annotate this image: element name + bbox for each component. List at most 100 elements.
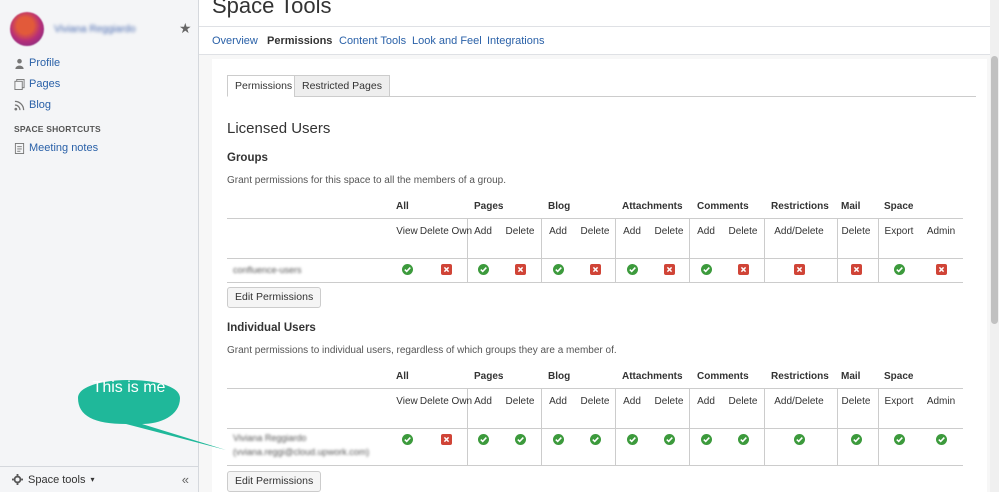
licensed-users-heading: Licensed Users bbox=[227, 120, 331, 137]
tab-content-tools[interactable]: Content Tools bbox=[339, 35, 406, 47]
shortcut-label: Meeting notes bbox=[29, 142, 99, 154]
space-tools-tabs: Overview Permissions Content Tools Look … bbox=[199, 26, 990, 55]
category-header: Attachments bbox=[622, 201, 683, 212]
check-icon bbox=[552, 434, 564, 445]
star-icon[interactable]: ★ bbox=[179, 20, 192, 37]
cross-icon bbox=[663, 264, 675, 275]
groups-heading: Groups bbox=[227, 152, 268, 164]
cross-icon bbox=[935, 264, 947, 275]
check-icon bbox=[663, 434, 675, 445]
tab-overview[interactable]: Overview bbox=[212, 35, 258, 47]
subtab-permissions[interactable]: Permissions bbox=[227, 75, 301, 97]
cross-icon bbox=[589, 264, 601, 275]
cross-icon bbox=[440, 264, 452, 275]
tab-permissions[interactable]: Permissions bbox=[267, 35, 332, 47]
row-email: (vviana.reggi@cloud.upwork.com) bbox=[233, 447, 370, 457]
chevron-down-icon: ▾ bbox=[90, 475, 95, 484]
tab-integrations[interactable]: Integrations bbox=[487, 35, 544, 47]
column-header: Delete bbox=[728, 226, 758, 237]
category-header: Space bbox=[884, 371, 914, 382]
cross-icon bbox=[850, 264, 862, 275]
table-divider bbox=[227, 258, 963, 259]
check-icon bbox=[514, 434, 526, 445]
check-icon bbox=[893, 434, 905, 445]
row-name: confluence-users bbox=[233, 265, 302, 275]
page-scrollbar[interactable] bbox=[990, 0, 999, 492]
user-name[interactable]: Viviana Reggiardo bbox=[54, 24, 136, 35]
check-icon bbox=[401, 264, 413, 275]
column-header: Add/Delete bbox=[774, 396, 824, 407]
avatar[interactable] bbox=[10, 12, 44, 46]
individual-permissions-table: All Pages Blog Attachments Comments Restricti… bbox=[227, 369, 963, 466]
rss-icon bbox=[14, 100, 25, 111]
check-icon bbox=[893, 264, 905, 275]
check-icon bbox=[700, 434, 712, 445]
scrollbar-thumb[interactable] bbox=[991, 56, 998, 324]
pages-icon bbox=[14, 78, 25, 90]
page-title: Space Tools bbox=[212, 0, 332, 18]
check-icon bbox=[700, 264, 712, 275]
person-icon bbox=[15, 58, 24, 69]
check-icon bbox=[626, 434, 638, 445]
category-header: Restrictions bbox=[771, 371, 829, 382]
table-divider bbox=[227, 282, 963, 283]
check-icon bbox=[850, 434, 862, 445]
cross-icon bbox=[737, 264, 749, 275]
tab-look-and-feel[interactable]: Look and Feel bbox=[412, 35, 482, 47]
space-tools-label: Space tools bbox=[28, 473, 86, 486]
check-icon bbox=[626, 264, 638, 275]
sidebar-item-blog[interactable]: Blog bbox=[14, 99, 51, 111]
category-header: Blog bbox=[548, 371, 571, 382]
category-header: Comments bbox=[697, 371, 749, 382]
check-icon bbox=[477, 434, 489, 445]
check-icon bbox=[589, 434, 601, 445]
collapse-sidebar-icon[interactable]: « bbox=[182, 472, 189, 487]
table-divider bbox=[227, 388, 963, 389]
subtab-restricted-pages[interactable]: Restricted Pages bbox=[294, 75, 390, 97]
sidebar-item-label: Profile bbox=[29, 57, 61, 69]
document-icon bbox=[14, 142, 25, 154]
individual-users-heading: Individual Users bbox=[227, 322, 316, 334]
category-header: Space bbox=[884, 201, 914, 212]
check-icon bbox=[401, 434, 413, 445]
category-header: Attachments bbox=[622, 371, 683, 382]
sidebar-item-pages[interactable]: Pages bbox=[14, 78, 60, 90]
table-divider bbox=[227, 218, 963, 219]
cross-icon bbox=[793, 264, 805, 275]
check-icon bbox=[552, 264, 564, 275]
sidebar-footer: Space tools ▾ « bbox=[0, 466, 199, 492]
table-divider bbox=[227, 428, 963, 429]
column-header: Delete bbox=[728, 396, 758, 407]
category-header: Pages bbox=[474, 201, 504, 212]
cross-icon bbox=[514, 264, 526, 275]
row-name: Viviana Reggiardo bbox=[233, 433, 307, 443]
category-header: All bbox=[396, 201, 409, 212]
check-icon bbox=[737, 434, 749, 445]
table-divider bbox=[227, 465, 963, 466]
permissions-subtabs: Permissions Restricted Pages bbox=[227, 75, 976, 97]
column-header: Admin bbox=[926, 226, 956, 237]
groups-permissions-table: All Pages Blog Attachments Comments Restricti… bbox=[227, 199, 963, 283]
sidebar-item-label: Blog bbox=[29, 99, 52, 111]
category-header: Pages bbox=[474, 371, 504, 382]
callout-text: This is me bbox=[92, 379, 166, 396]
check-icon bbox=[935, 434, 947, 445]
category-header: Mail bbox=[841, 371, 861, 382]
shortcut-meeting-notes[interactable]: Meeting notes bbox=[14, 142, 98, 154]
groups-description: Grant permissions for this space to all … bbox=[227, 175, 507, 186]
category-header: Comments bbox=[697, 201, 749, 212]
category-header: All bbox=[396, 371, 409, 382]
check-icon bbox=[477, 264, 489, 275]
individual-users-description: Grant permissions to individual users, r… bbox=[227, 345, 617, 356]
column-header: Add/Delete bbox=[774, 226, 824, 237]
sidebar-item-profile[interactable]: Profile bbox=[14, 57, 60, 69]
space-tools-button[interactable]: Space tools ▾ bbox=[12, 474, 95, 486]
groups-edit-permissions-button[interactable]: Edit Permissions bbox=[227, 287, 322, 308]
category-header: Mail bbox=[841, 201, 861, 212]
sidebar-header: Viviana Reggiardo ★ bbox=[10, 12, 195, 48]
space-shortcuts-title: SPACE SHORTCUTS bbox=[14, 124, 101, 134]
column-header: Admin bbox=[926, 396, 956, 407]
gear-icon bbox=[12, 474, 23, 485]
individual-edit-permissions-button[interactable]: Edit Permissions bbox=[227, 471, 322, 492]
category-header: Blog bbox=[548, 201, 571, 212]
